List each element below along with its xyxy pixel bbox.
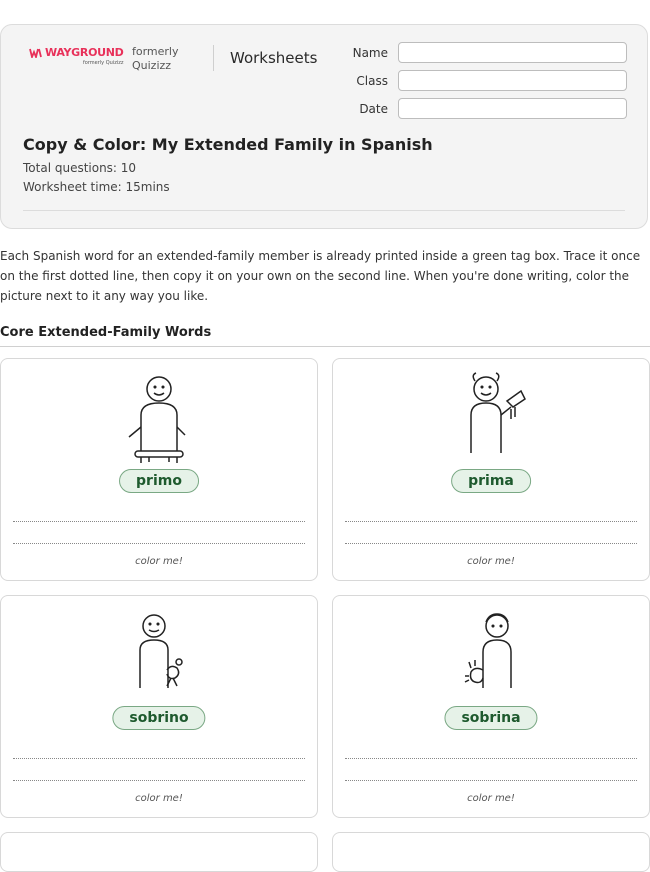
- word-tag: sobrino: [112, 706, 206, 730]
- boy-on-chair-icon: [1, 367, 317, 467]
- boy-with-pet-icon: [1, 604, 317, 704]
- section-title: Core Extended-Family Words: [0, 325, 212, 340]
- name-label: Name: [352, 46, 388, 60]
- color-me-label: color me!: [135, 556, 183, 567]
- copy-line[interactable]: [345, 780, 637, 781]
- date-field: Date: [331, 98, 631, 120]
- word-card-sobrina: sobrina color me!: [332, 595, 650, 818]
- trace-line[interactable]: [345, 758, 637, 759]
- girl-with-sign-icon: [333, 367, 649, 467]
- word-tag: sobrina: [444, 706, 538, 730]
- worksheets-label: Worksheets: [230, 49, 318, 67]
- wayground-mark-icon: [29, 48, 42, 58]
- trace-line[interactable]: [345, 521, 637, 522]
- word-tag: prima: [451, 469, 531, 493]
- section-rule: [0, 346, 650, 347]
- color-me-label: color me!: [467, 556, 515, 567]
- word-card-partial: [332, 832, 650, 872]
- word-card-sobrino: sobrino color me!: [0, 595, 318, 818]
- worksheet-title: Copy & Color: My Extended Family in Span…: [23, 135, 433, 154]
- class-label: Class: [356, 74, 388, 88]
- header-divider: [213, 45, 214, 71]
- header-rule: [23, 210, 625, 211]
- instructions-text: Each Spanish word for an extended-family…: [0, 249, 641, 303]
- copy-line[interactable]: [13, 543, 305, 544]
- word-card-prima: prima color me!: [332, 358, 650, 581]
- name-field: Name: [331, 42, 631, 64]
- total-questions: Total questions: 10: [23, 161, 137, 175]
- brand-subtitle: formerly Quizizz: [83, 60, 124, 66]
- color-me-label: color me!: [135, 793, 183, 804]
- trace-line[interactable]: [13, 521, 305, 522]
- brand-name: WAYGROUND: [45, 46, 124, 59]
- wayground-logo: WAYGROUND formerly Quizizz: [29, 46, 124, 66]
- copy-line[interactable]: [13, 780, 305, 781]
- name-input[interactable]: [398, 42, 627, 63]
- girl-with-cat-icon: [333, 604, 649, 704]
- worksheet-header: WAYGROUND formerly Quizizz formerly Quiz…: [0, 24, 648, 229]
- color-me-label: color me!: [467, 793, 515, 804]
- word-card-partial: [0, 832, 318, 872]
- word-tag: primo: [119, 469, 199, 493]
- word-card-primo: primo color me!: [0, 358, 318, 581]
- trace-line[interactable]: [13, 758, 305, 759]
- class-input[interactable]: [398, 70, 627, 91]
- formerly-quizizz-text: formerly Quizizz: [132, 45, 179, 72]
- worksheet-time: Worksheet time: 15mins: [23, 180, 170, 194]
- date-label: Date: [359, 102, 388, 116]
- class-field: Class: [331, 70, 631, 92]
- date-input[interactable]: [398, 98, 627, 119]
- copy-line[interactable]: [345, 543, 637, 544]
